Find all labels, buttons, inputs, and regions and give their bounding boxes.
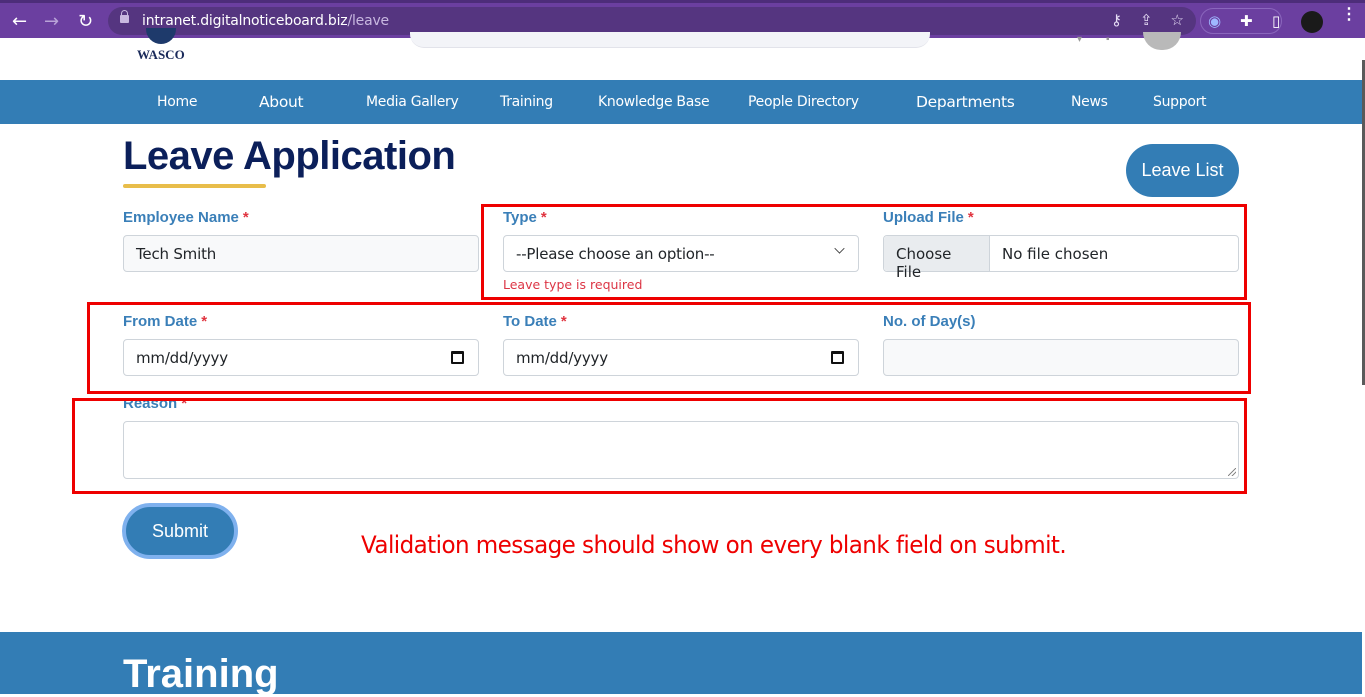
nav-training[interactable]: Training bbox=[500, 94, 553, 110]
title-underline bbox=[123, 184, 266, 188]
submit-button[interactable]: Submit bbox=[122, 503, 238, 559]
user-avatar[interactable] bbox=[1143, 32, 1181, 50]
annotation-box-type-upload bbox=[481, 204, 1247, 300]
leave-list-button[interactable]: Leave List bbox=[1126, 144, 1239, 197]
screen-capture-icon[interactable]: ◉ bbox=[1208, 12, 1221, 30]
employee-name-label: Employee Name * bbox=[123, 209, 249, 226]
logo-text[interactable]: WASCO bbox=[137, 47, 185, 63]
annotation-box-reason bbox=[72, 398, 1247, 494]
forward-icon[interactable]: → bbox=[44, 11, 59, 32]
nav-about[interactable]: About bbox=[259, 93, 304, 111]
nav-departments[interactable]: Departments bbox=[916, 93, 1015, 111]
header-icons[interactable]: ▾▪ bbox=[1077, 34, 1134, 45]
nav-people-directory[interactable]: People Directory bbox=[748, 94, 859, 110]
nav-knowledge-base[interactable]: Knowledge Base bbox=[598, 94, 710, 110]
employee-name-input[interactable]: Tech Smith bbox=[123, 235, 479, 272]
nav-news[interactable]: News bbox=[1071, 94, 1108, 110]
nav-support[interactable]: Support bbox=[1153, 94, 1207, 110]
more-menu-icon[interactable]: ⋮ bbox=[1341, 7, 1357, 23]
share-icon[interactable]: ⇪ bbox=[1140, 11, 1153, 29]
logo-emblem[interactable] bbox=[146, 28, 176, 44]
key-icon[interactable]: ⚷ bbox=[1111, 11, 1122, 29]
reload-icon[interactable]: ↻ bbox=[78, 11, 93, 32]
training-section: Training bbox=[0, 632, 1362, 696]
annotation-box-dates bbox=[87, 302, 1251, 394]
page-title: Leave Application bbox=[123, 134, 456, 178]
back-icon[interactable]: ← bbox=[12, 11, 27, 32]
lock-icon[interactable] bbox=[120, 10, 129, 23]
url-text[interactable]: intranet.digitalnoticeboard.biz/leave bbox=[142, 13, 389, 29]
extensions-icon[interactable]: ✚ bbox=[1240, 12, 1253, 30]
star-icon[interactable]: ☆ bbox=[1171, 11, 1184, 29]
profile-avatar[interactable] bbox=[1301, 11, 1323, 33]
site-header: WASCO ▾▪ bbox=[0, 28, 1365, 80]
nav-media-gallery[interactable]: Media Gallery bbox=[366, 94, 459, 110]
main-navigation: Home About Media Gallery Training Knowle… bbox=[0, 80, 1362, 124]
nav-home[interactable]: Home bbox=[157, 94, 197, 110]
address-bar[interactable]: intranet.digitalnoticeboard.biz/leave ⚷ … bbox=[108, 7, 1196, 35]
sidepanel-icon[interactable]: ▯ bbox=[1272, 12, 1280, 30]
site-search-input[interactable] bbox=[410, 32, 930, 48]
annotation-note: Validation message should show on every … bbox=[361, 531, 1067, 559]
training-section-title: Training bbox=[123, 652, 279, 696]
